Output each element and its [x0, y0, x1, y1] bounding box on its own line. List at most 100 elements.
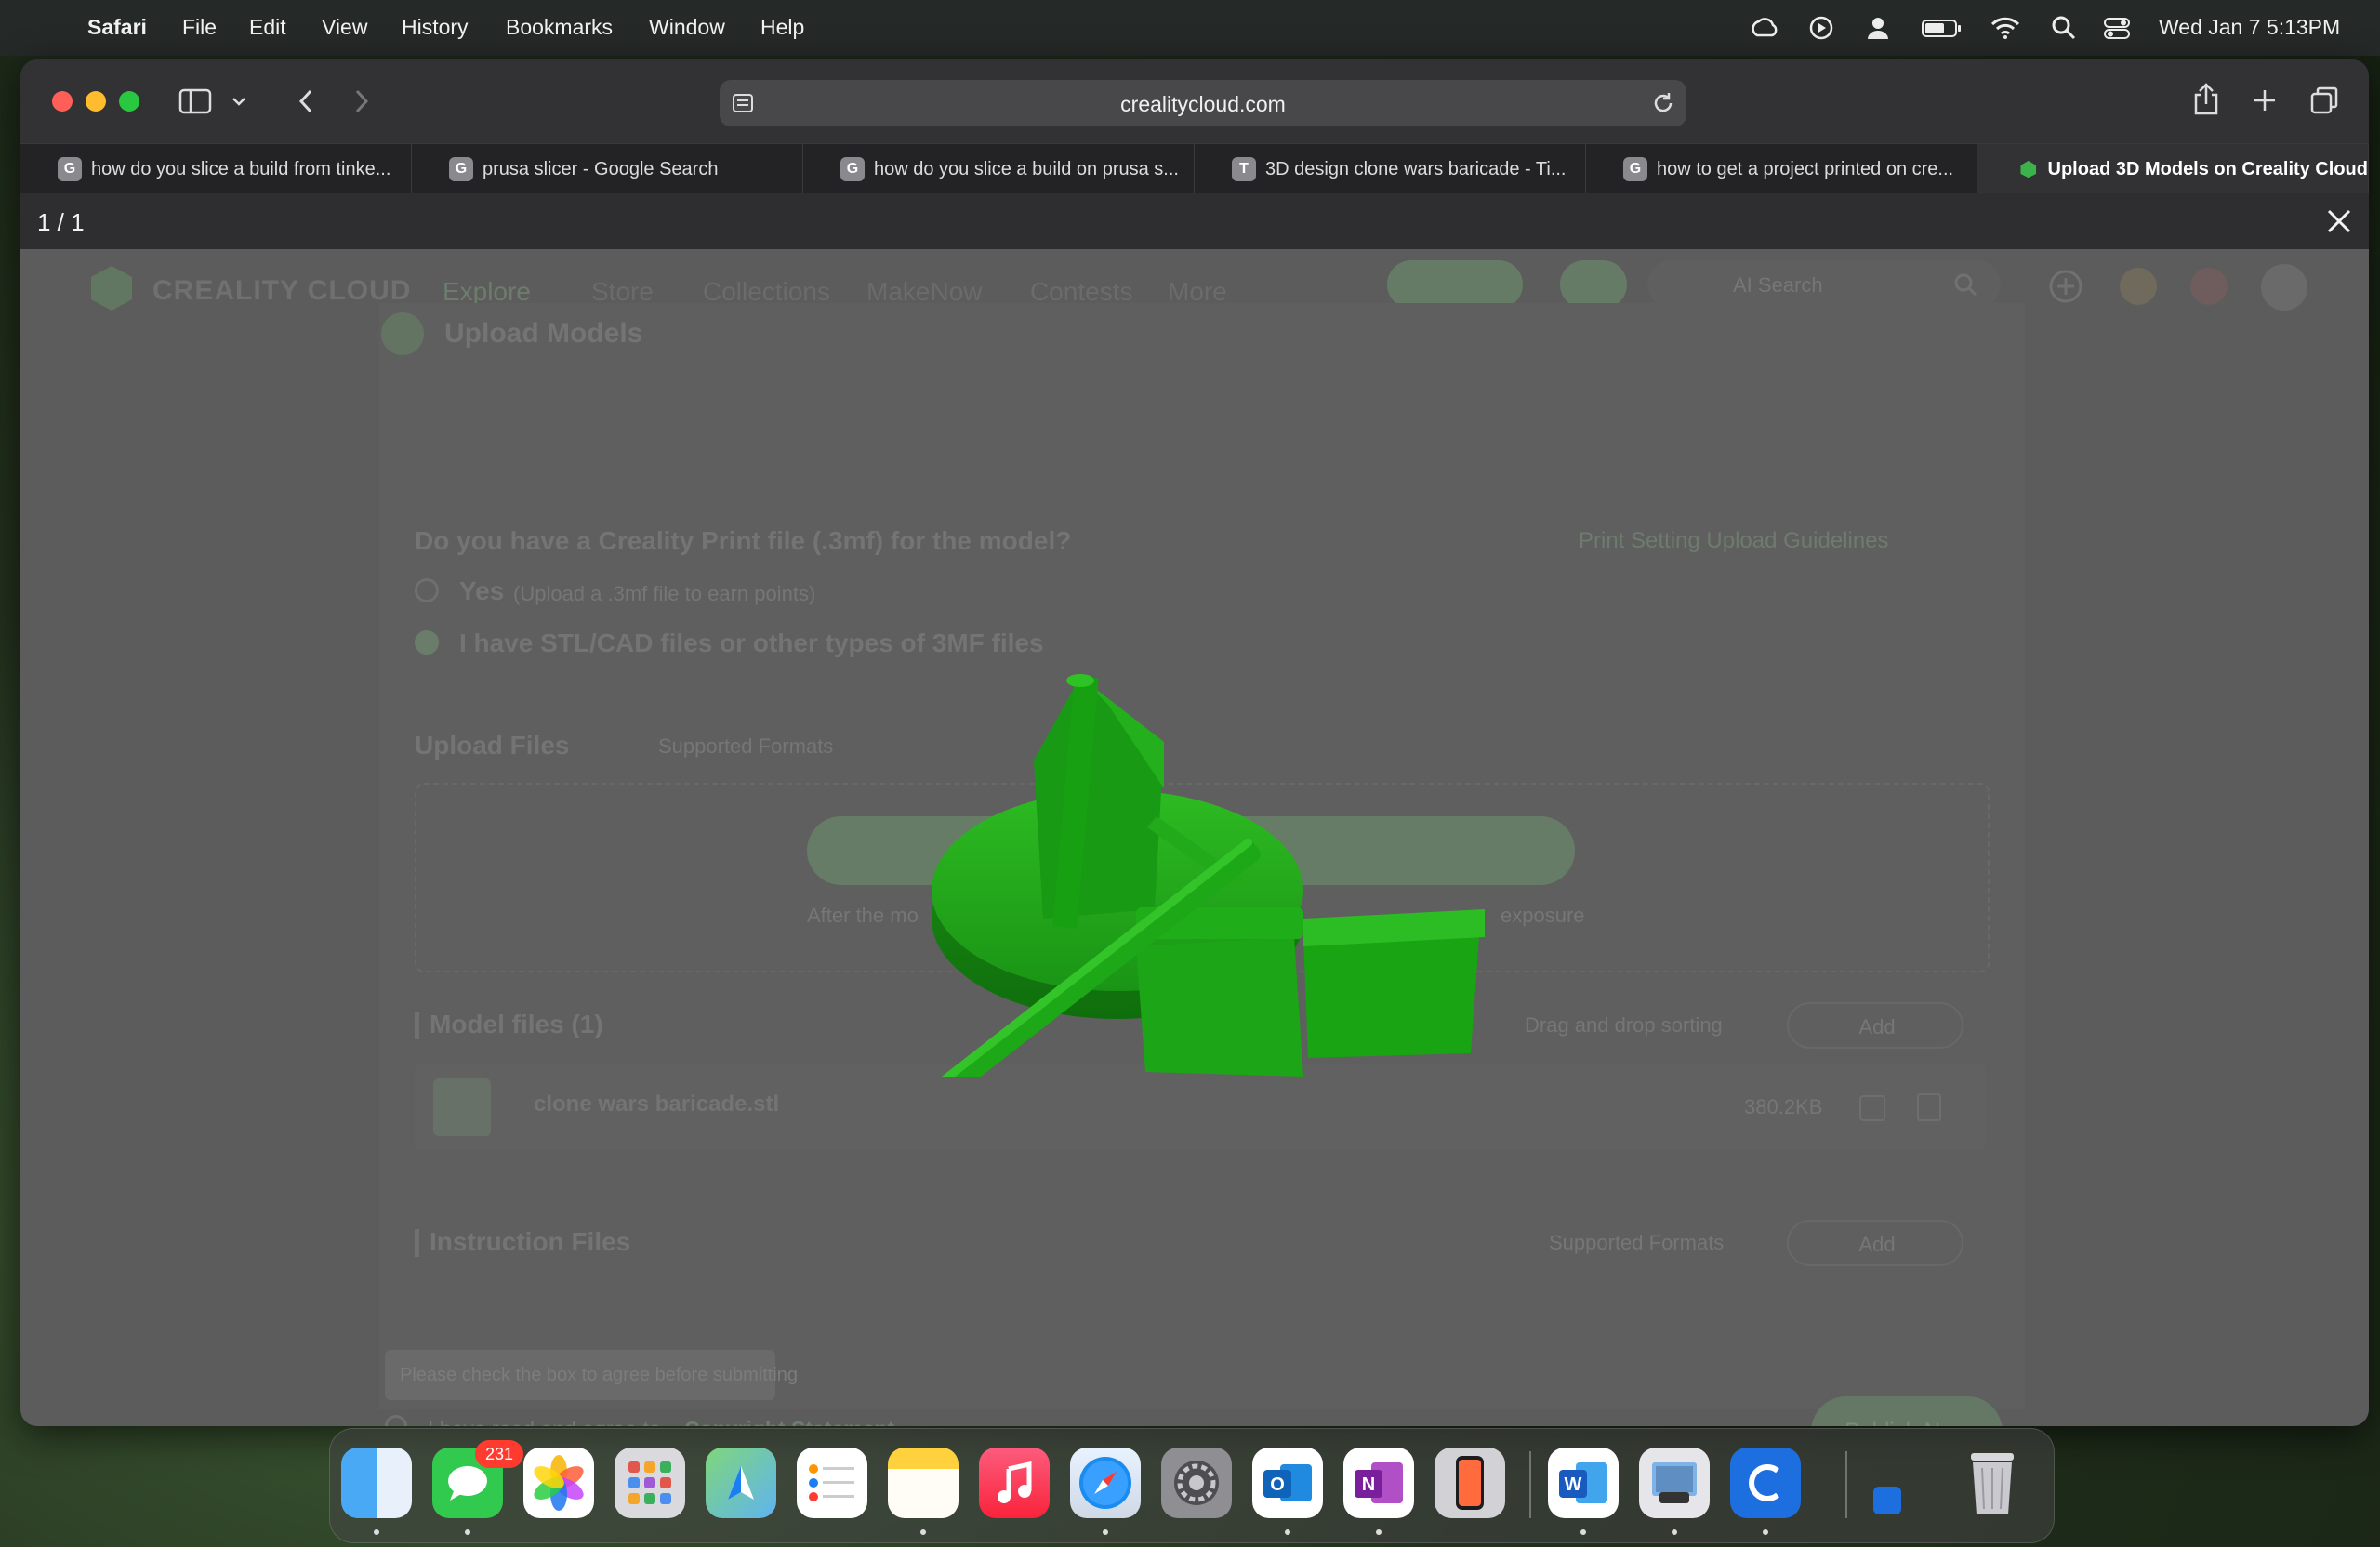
onenote-icon[interactable]: N: [1343, 1448, 1414, 1518]
tab-title: how to get a project printed on cre...: [1657, 158, 1954, 179]
notifications-icon[interactable]: [2120, 268, 2157, 305]
menu-view[interactable]: View: [322, 15, 367, 40]
share-icon[interactable]: [2192, 82, 2220, 117]
upload-heading-icon: [381, 312, 424, 355]
system-settings-icon[interactable]: [1161, 1448, 1232, 1518]
menu-edit[interactable]: Edit: [249, 15, 286, 40]
launchpad-icon[interactable]: [615, 1448, 685, 1518]
publish-button[interactable]: Publish Now: [1811, 1396, 2003, 1426]
zoom-window-button[interactable]: [119, 91, 139, 112]
safari-icon[interactable]: [1070, 1448, 1141, 1518]
preview-icon[interactable]: [1639, 1448, 1710, 1518]
reload-icon[interactable]: [1651, 91, 1675, 115]
tab-title: 3D design clone wars baricade - Ti...: [1265, 158, 1567, 179]
menu-file[interactable]: File: [182, 15, 217, 40]
radio-yes[interactable]: [415, 578, 439, 602]
upload-heading: Upload Models: [444, 318, 643, 349]
new-tab-icon[interactable]: [2252, 87, 2278, 113]
browser-tab[interactable]: T 3D design clone wars baricade - Ti...: [1195, 144, 1586, 194]
browser-tab[interactable]: Gprusa slicer - Google Search: [412, 144, 803, 194]
spotlight-search-icon[interactable]: [2051, 15, 2077, 41]
option-yes-label: Yes: [459, 576, 505, 605]
menu-clock[interactable]: Wed Jan 7 5:13PM: [2159, 15, 2340, 40]
tab-title: how do you slice a build on prusa s...: [874, 158, 1179, 179]
reminders-icon[interactable]: [797, 1448, 867, 1518]
tinkercad-icon: T: [1232, 157, 1256, 181]
creality-cloud-favicon-icon: [2020, 160, 2037, 178]
address-bar[interactable]: crealitycloud.com: [720, 80, 1686, 126]
wifi-icon[interactable]: [1990, 15, 2021, 41]
creative-cloud-icon[interactable]: [1748, 15, 1779, 41]
word-icon[interactable]: W: [1548, 1448, 1619, 1518]
image-counter: 1 / 1: [37, 208, 85, 236]
camera-button[interactable]: [1560, 260, 1627, 309]
instruction-formats-label[interactable]: Supported Formats: [1549, 1231, 1724, 1255]
dock-divider: [1529, 1451, 1531, 1518]
sidebar-icon[interactable]: [178, 87, 212, 115]
outlook-icon[interactable]: O: [1252, 1448, 1323, 1518]
radio-stl-selected[interactable]: [415, 630, 439, 654]
drag-sort-label: Drag and drop sorting: [1525, 1013, 1723, 1037]
agree-tooltip: Please check the box to agree before sub…: [385, 1350, 798, 1400]
now-playing-icon[interactable]: [1807, 15, 1835, 41]
music-icon[interactable]: [979, 1448, 1050, 1518]
model-file-row: clone wars baricade.stl 380.2KB: [415, 1064, 1986, 1151]
close-window-button[interactable]: [52, 91, 73, 112]
upload-header-button[interactable]: [1387, 260, 1523, 309]
tab-overview-icon[interactable]: [2309, 86, 2339, 115]
guidelines-link[interactable]: Print Setting Upload Guidelines: [1579, 528, 1889, 554]
favorites-icon[interactable]: [2190, 268, 2228, 305]
battery-icon[interactable]: [1921, 15, 1962, 41]
photos-icon[interactable]: [523, 1448, 594, 1518]
tab-title: how do you slice a build from tinke...: [91, 158, 391, 179]
close-icon[interactable]: [2324, 206, 2354, 236]
forward-icon[interactable]: [351, 87, 372, 115]
browser-tab-active[interactable]: Upload 3D Models on Creality Cloud: [1977, 144, 2369, 194]
edit-icon[interactable]: [1859, 1095, 1885, 1121]
notes-icon[interactable]: [888, 1448, 959, 1518]
menu-window[interactable]: Window: [649, 15, 725, 40]
tab-title: Upload 3D Models on Creality Cloud: [2047, 158, 2368, 179]
browser-tab[interactable]: Ghow do you slice a build from tinke...: [20, 144, 412, 194]
upload-hint-right: exposure: [1501, 904, 1585, 927]
add-model-button[interactable]: Add: [1787, 1002, 1964, 1049]
site-search-box[interactable]: AI Search: [1647, 260, 2001, 309]
copyright-link[interactable]: Copyright Statement.: [684, 1417, 901, 1426]
avatar[interactable]: [2261, 264, 2307, 311]
add-icon[interactable]: [2047, 268, 2084, 305]
user-icon[interactable]: [1865, 15, 1891, 41]
add-instruction-button[interactable]: Add: [1787, 1220, 1964, 1266]
menu-bar: Safari File Edit View History Bookmarks …: [0, 0, 2380, 56]
google-icon: G: [449, 157, 473, 181]
menu-history[interactable]: History: [402, 15, 469, 40]
section-bar: [415, 1012, 419, 1039]
iphone-mirroring-icon[interactable]: [1435, 1448, 1505, 1518]
option-yes-note: (Upload a .3mf file to earn points): [513, 582, 816, 605]
maps-icon[interactable]: [706, 1448, 776, 1518]
upload-files-heading: Upload Files: [415, 731, 570, 760]
site-logo-text: CREALITY CLOUD: [152, 275, 412, 306]
browser-tab[interactable]: Ghow to get a project printed on cre...: [1586, 144, 1977, 194]
back-icon[interactable]: [296, 87, 316, 115]
browser-tab[interactable]: Ghow do you slice a build on prusa s...: [803, 144, 1195, 194]
svg-text:O: O: [1270, 1474, 1285, 1495]
menu-help[interactable]: Help: [760, 15, 804, 40]
finder-icon[interactable]: [341, 1448, 412, 1518]
supported-formats-label[interactable]: Supported Formats: [658, 734, 833, 759]
minimize-window-button[interactable]: [86, 91, 106, 112]
delete-icon[interactable]: [1917, 1093, 1941, 1121]
search-icon[interactable]: [1952, 271, 1978, 298]
svg-text:W: W: [1565, 1474, 1582, 1495]
control-center-icon[interactable]: [2103, 15, 2131, 41]
chevron-down-icon[interactable]: [231, 95, 247, 108]
viewer-bar: 1 / 1: [20, 193, 2369, 249]
creality-download-icon[interactable]: [1873, 1487, 1901, 1514]
agree-checkbox[interactable]: [385, 1415, 407, 1426]
url-text: crealitycloud.com: [1120, 92, 1286, 116]
model-thumbnail: [433, 1078, 491, 1136]
creality-print-icon[interactable]: [1730, 1448, 1801, 1518]
menu-app-name[interactable]: Safari: [87, 15, 147, 40]
model-file-size: 380.2KB: [1744, 1095, 1823, 1118]
menu-bookmarks[interactable]: Bookmarks: [506, 15, 613, 40]
trash-icon[interactable]: [1957, 1448, 2028, 1518]
